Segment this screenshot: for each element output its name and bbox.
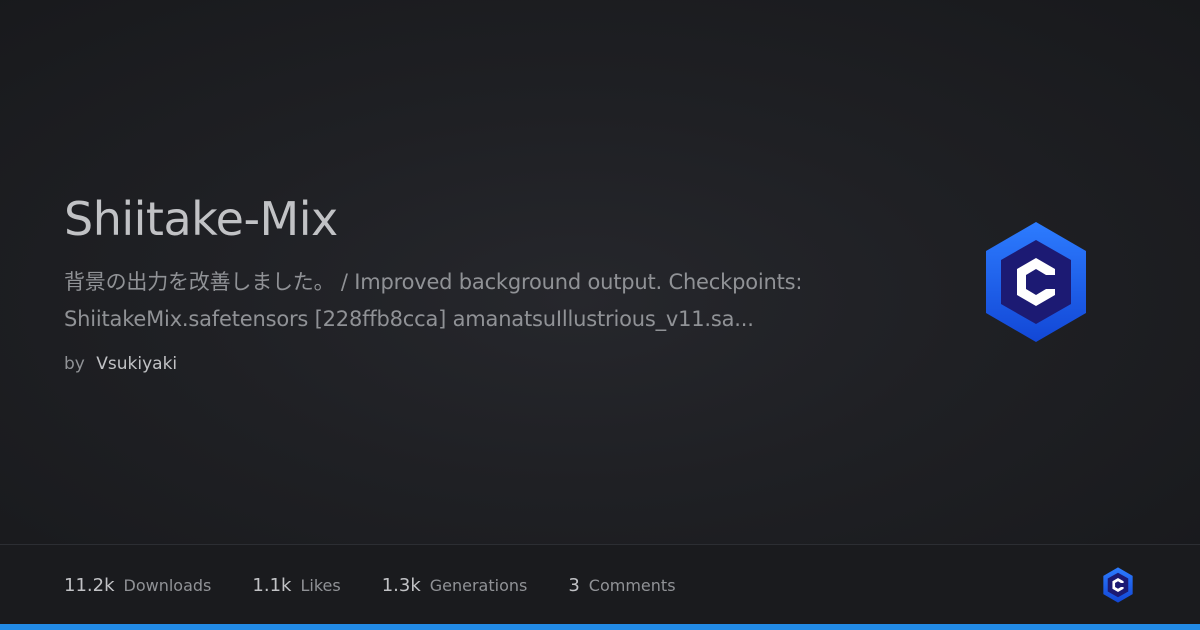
model-title: Shiitake-Mix [64,192,338,246]
stat-comments: 3 Comments [568,575,675,596]
civitai-logo-icon [1101,566,1135,604]
stat-label: Likes [300,575,341,595]
description-line-2: ShiitakeMix.safetensors [228ffb8cca] ama… [64,307,754,331]
stat-label: Comments [588,575,676,595]
stat-likes: 1.1k Likes [252,575,340,596]
civitai-logo-icon [978,218,1094,346]
stat-generations: 1.3k Generations [382,575,528,596]
author-name: Vsukiyaki [96,354,178,374]
stat-value: 1.1k [252,574,292,596]
stat-value: 11.2k [64,574,115,596]
stat-downloads: 11.2k Downloads [64,575,211,596]
stat-label: Generations [429,575,528,595]
description-line-1: 背景の出力を改善しました。 / Improved background outp… [64,270,803,294]
stat-label: Downloads [123,575,212,595]
by-label: by [64,354,85,374]
model-description: 背景の出力を改善しました。 / Improved background outp… [64,264,864,338]
stats-list: 11.2k Downloads 1.1k Likes 1.3k Generati… [64,545,717,625]
hero-section: Shiitake-Mix 背景の出力を改善しました。 / Improved ba… [0,0,1200,544]
byline: by Vsukiyaki [64,352,177,376]
stat-value: 3 [568,574,580,596]
stat-value: 1.3k [381,574,421,596]
stats-footer: 11.2k Downloads 1.1k Likes 1.3k Generati… [0,544,1200,624]
accent-bar [0,624,1200,630]
